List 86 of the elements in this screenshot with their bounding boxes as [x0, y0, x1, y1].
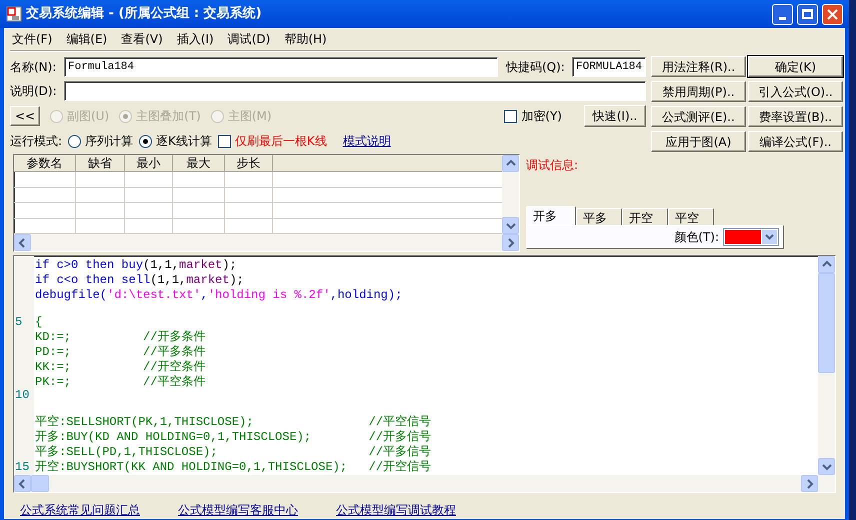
window-title: 交易系统编辑 - (所属公式组 : 交易系统)	[26, 4, 263, 24]
radio-button[interactable]	[68, 134, 82, 148]
code-line: {	[35, 315, 42, 330]
chart-mode-label: 主图叠加(T)	[136, 108, 201, 125]
menu-item[interactable]: 文件(F)	[12, 30, 52, 48]
code-line: 平空:SELLSHORT(PK,1,THISCLOSE); //平空信号	[35, 414, 432, 430]
scroll-thumb[interactable]	[818, 273, 835, 373]
code-line: if c<o then sell(1,1,market);	[35, 273, 244, 288]
horizontal-scrollbar[interactable]	[14, 234, 519, 251]
code-line: 平多:SELL(PD,1,THISCLOSE); //平多信号	[35, 444, 432, 460]
horizontal-scrollbar[interactable]	[14, 475, 835, 492]
column-header[interactable]: 缺省	[76, 155, 125, 171]
action-button[interactable]: 应用于图(A)	[651, 131, 746, 152]
run-mode-label: 运行模式:	[10, 133, 62, 150]
line-number: 10	[15, 388, 30, 402]
code-line: KD:=; //开多条件	[35, 330, 206, 345]
vertical-scrollbar[interactable]	[818, 256, 835, 475]
column-header[interactable]: 最小	[125, 155, 173, 171]
code-line: 开多:BUY(KD AND HOLDING=0,1,THISCLOSE); //开多信号	[35, 430, 432, 445]
action-button[interactable]: 公式测评(E)..	[651, 106, 746, 127]
scroll-right-button[interactable]	[801, 475, 818, 492]
scroll-up-button[interactable]	[502, 155, 519, 172]
vertical-scrollbar[interactable]	[502, 155, 519, 234]
scroll-thumb[interactable]	[31, 475, 49, 492]
debug-label: 调试信息:	[526, 157, 580, 174]
menu-item[interactable]: 帮助(H)	[284, 30, 327, 48]
action-button[interactable]: 确定(K)	[748, 56, 843, 77]
chart-mode-label: 副图(U)	[67, 108, 110, 125]
action-button[interactable]: 费率设置(B)..	[748, 106, 843, 127]
scroll-down-button[interactable]	[502, 217, 519, 234]
fast-button[interactable]: 快速(I)..	[584, 105, 646, 127]
menu-item[interactable]: 查看(V)	[121, 30, 163, 48]
scroll-down-button[interactable]	[818, 458, 835, 475]
help-link[interactable]: 公式系统常见问题汇总	[20, 501, 140, 519]
scroll-left-button[interactable]	[14, 234, 31, 251]
scroll-right-button[interactable]	[502, 234, 519, 251]
run-mode-option: 序列计算	[85, 132, 134, 150]
checkbox[interactable]	[504, 110, 518, 122]
collapse-button[interactable]: <<	[10, 106, 40, 126]
code-editor[interactable]	[13, 255, 836, 493]
run-mode-option: 逐K线计算	[156, 132, 212, 150]
menu-item[interactable]: 调试(D)	[228, 30, 270, 48]
menu-item[interactable]: 插入(I)	[176, 30, 214, 48]
description-label: 说明(D):	[10, 83, 58, 100]
scroll-up-button[interactable]	[818, 256, 835, 273]
help-link[interactable]: 公式模型编写客服中心	[178, 501, 298, 519]
radio-button[interactable]	[139, 134, 152, 148]
maximize-button[interactable]	[797, 4, 818, 24]
column-header[interactable]: 最大	[173, 155, 225, 171]
scroll-left-button[interactable]	[14, 475, 31, 492]
code-line: PD:=; //平多条件	[35, 345, 206, 360]
close-button[interactable]	[822, 4, 843, 24]
code-line: 开空:BUYSHORT(KK AND HOLDING=0,1,THISCLOSE); //开空信号	[35, 460, 432, 475]
action-button[interactable]: 引入公式(O)..	[748, 81, 843, 102]
action-button[interactable]: 编译公式(F)..	[748, 131, 843, 152]
signal-tab[interactable]: 平多	[576, 208, 622, 225]
code-line: if c>0 then buy(1,1,market);	[35, 258, 237, 273]
color-label: 颜色(T):	[674, 229, 719, 246]
mode-help-link[interactable]: 模式说明	[342, 132, 391, 150]
app-icon	[6, 6, 22, 22]
signal-tab[interactable]: 开空	[622, 208, 668, 225]
code-line: debugfile('d:\test.txt','holding is %.2f',holding);	[35, 288, 402, 303]
action-button[interactable]: 用法注释(R)..	[651, 56, 746, 77]
minimize-button[interactable]	[772, 4, 793, 24]
shortcut-input[interactable]: FORMULA184	[572, 57, 646, 77]
column-header[interactable]: 步长	[225, 155, 273, 171]
signal-tab[interactable]: 开多	[526, 206, 576, 225]
checkbox[interactable]	[218, 134, 231, 148]
name-label: 名称(N):	[10, 59, 58, 76]
column-header[interactable]: 参数名	[14, 155, 76, 171]
shortcut-label: 快捷码(Q):	[506, 59, 566, 76]
line-number: 15	[15, 460, 30, 474]
description-input[interactable]	[64, 81, 646, 101]
last-bar-label: 仅刷最后一根K线	[234, 133, 327, 150]
color-dropdown[interactable]	[723, 228, 779, 246]
line-number: 5	[15, 315, 22, 330]
name-input[interactable]: Formula184	[64, 57, 498, 77]
close-icon	[827, 8, 838, 20]
code-line: PK:=; //平空条件	[35, 375, 206, 390]
menu-item[interactable]: 编辑(E)	[66, 30, 108, 48]
signal-tab[interactable]: 平空	[668, 208, 714, 225]
code-line: KK:=; //开空条件	[35, 360, 206, 375]
action-button[interactable]: 禁用周期(P)..	[651, 81, 746, 102]
chart-mode-label: 主图(M)	[228, 108, 272, 125]
help-link[interactable]: 公式模型编写调试教程	[336, 501, 456, 519]
encrypt-label: 加密(Y)	[521, 108, 562, 125]
